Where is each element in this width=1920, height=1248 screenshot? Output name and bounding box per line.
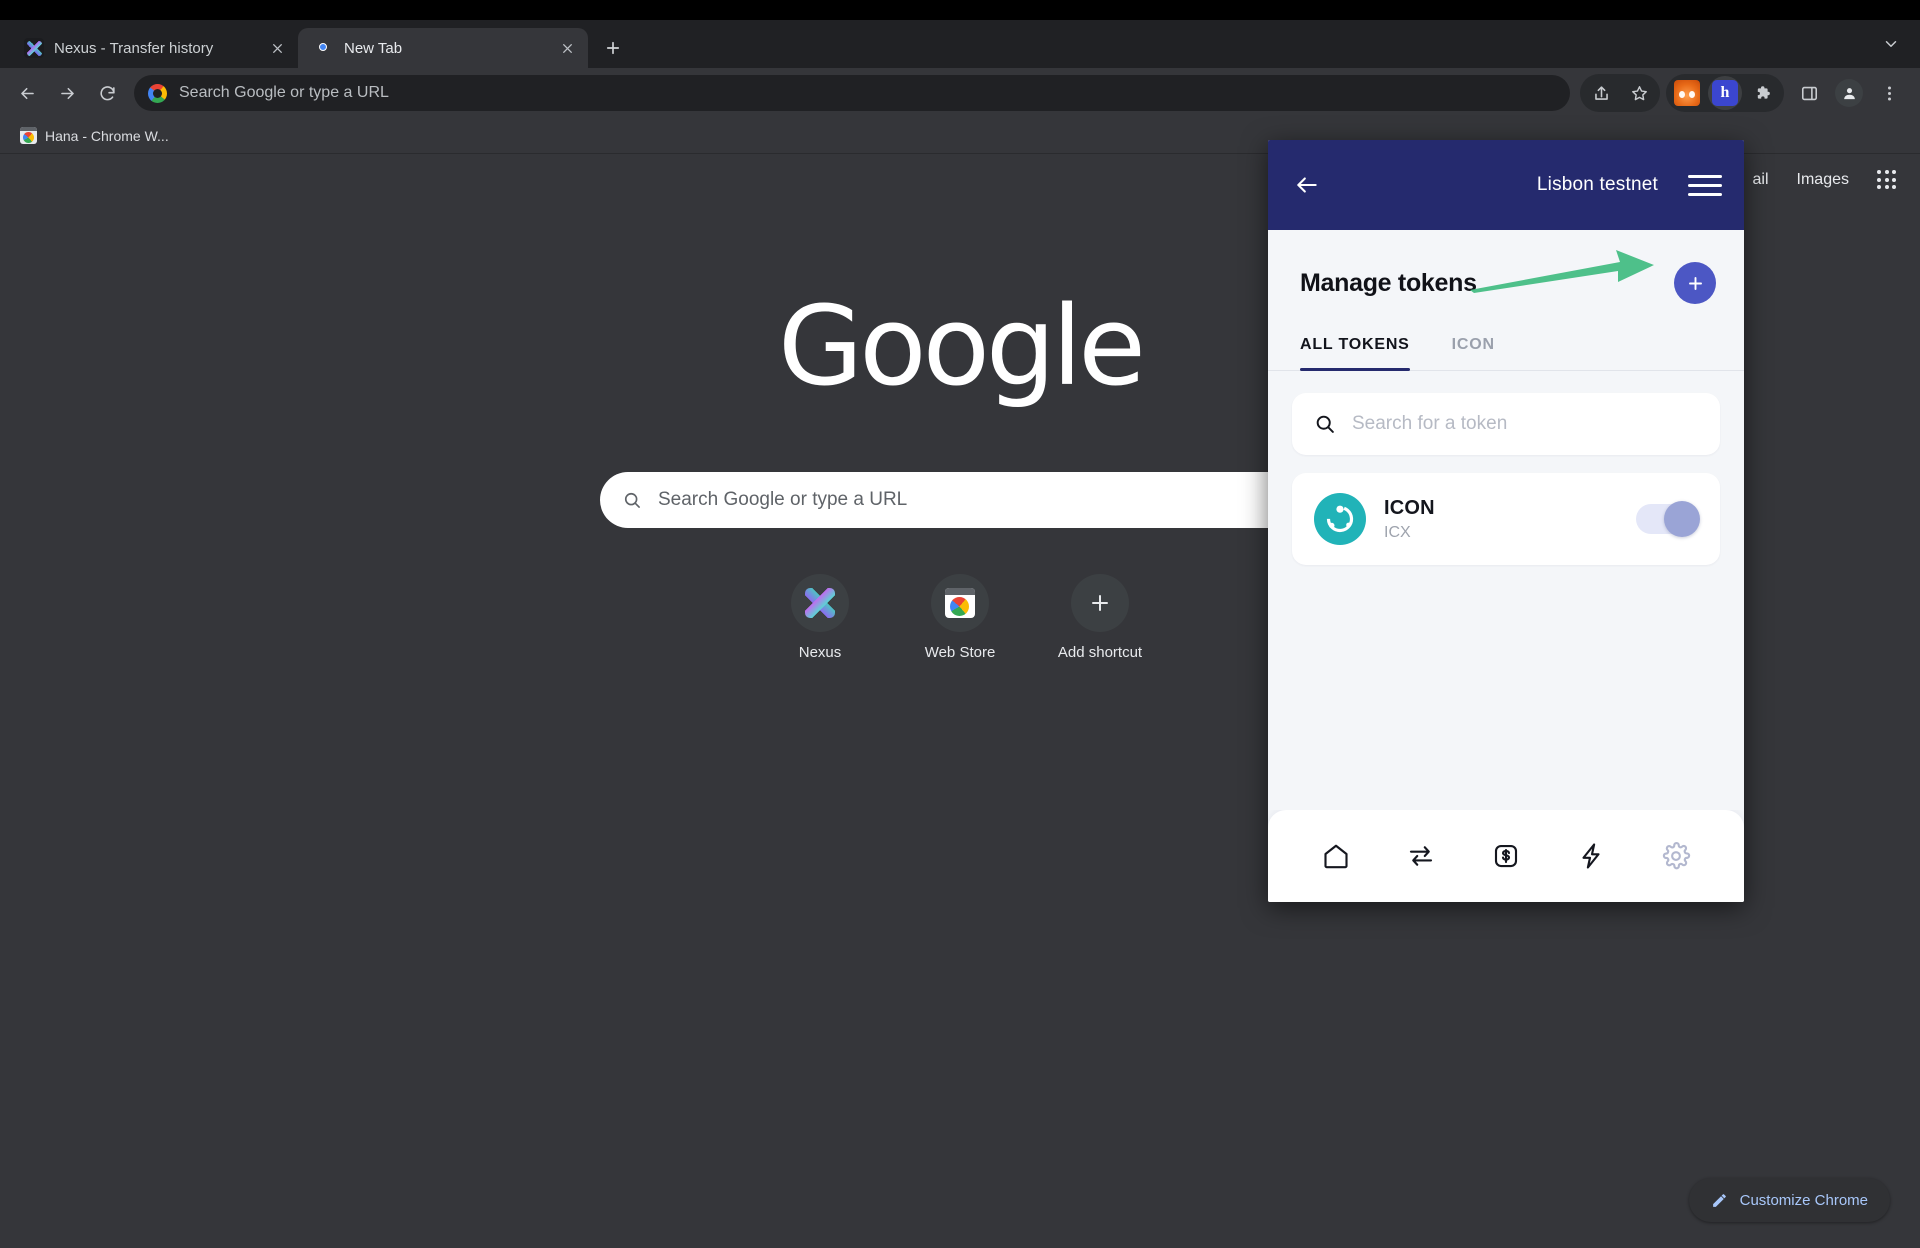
extensions-puzzle-icon[interactable] <box>1744 74 1782 112</box>
token-tabs: ALL TOKENS ICON <box>1268 326 1744 371</box>
tab-label: ALL TOKENS <box>1300 336 1410 353</box>
tab-title: Nexus - Transfer history <box>54 39 214 57</box>
network-label: Lisbon testnet <box>1536 174 1658 195</box>
chrome-icon <box>314 38 334 58</box>
chrome-webstore-icon <box>945 588 975 618</box>
close-icon[interactable] <box>266 37 288 59</box>
metamask-extension-icon[interactable] <box>1668 74 1706 112</box>
forward-icon[interactable] <box>48 74 86 112</box>
shortcut-add[interactable]: Add shortcut <box>1030 554 1170 661</box>
bolt-icon[interactable] <box>1567 832 1615 880</box>
hana-badge: h <box>1712 80 1738 106</box>
token-list: ICON ICX <box>1292 473 1720 565</box>
nexus-icon <box>805 588 835 618</box>
hamburger-menu-icon[interactable] <box>1688 170 1722 200</box>
page-actions-pill <box>1580 74 1660 112</box>
shortcut-label: Web Store <box>924 644 996 661</box>
images-link[interactable]: Images <box>1797 171 1849 189</box>
token-symbol: ICX <box>1384 523 1411 541</box>
gmail-link[interactable]: ail <box>1753 171 1769 189</box>
home-icon[interactable] <box>1312 832 1360 880</box>
add-token-button[interactable] <box>1674 262 1716 304</box>
reload-icon[interactable] <box>88 74 126 112</box>
shortcut-label: Nexus <box>798 644 842 661</box>
ntp-shortcuts: Nexus Web Store Add shortcut <box>750 554 1170 661</box>
hana-extension-icon[interactable]: h <box>1706 74 1744 112</box>
browser-tab-new-tab[interactable]: New Tab <box>298 28 588 68</box>
chevron-down-icon[interactable] <box>1876 29 1906 59</box>
hana-wallet-popup: Lisbon testnet Manage tokens ALL TOKENS … <box>1268 140 1744 902</box>
search-icon <box>1316 415 1334 433</box>
manage-tokens-header: Manage tokens <box>1268 230 1744 326</box>
share-icon[interactable] <box>1582 74 1620 112</box>
address-bar-placeholder: Search Google or type a URL <box>179 84 389 101</box>
search-icon <box>624 492 640 508</box>
chrome-menu-icon[interactable] <box>1870 74 1908 112</box>
browser-tab-nexus[interactable]: Nexus - Transfer history <box>8 28 298 68</box>
tab-strip: Nexus - Transfer history New Tab <box>0 20 1920 68</box>
shortcut-web-store[interactable]: Web Store <box>890 554 1030 661</box>
dollar-box-icon[interactable] <box>1482 832 1530 880</box>
arrow-left-icon[interactable] <box>1290 168 1324 202</box>
ntp-search-placeholder: Search Google or type a URL <box>658 489 908 510</box>
icon-token-logo <box>1314 493 1366 545</box>
address-bar[interactable]: Search Google or type a URL <box>134 75 1570 111</box>
bookmark-label: Hana - Chrome W... <box>45 127 169 144</box>
popup-header: Lisbon testnet <box>1268 140 1744 230</box>
google-logo: Google <box>778 282 1146 410</box>
new-tab-button[interactable] <box>596 31 630 65</box>
popup-body: Manage tokens ALL TOKENS ICON Search for… <box>1268 230 1744 810</box>
toolbar-actions: h <box>1580 74 1908 112</box>
browser-toolbar: Search Google or type a URL h <box>0 68 1920 118</box>
tab-label: ICON <box>1451 336 1495 353</box>
plus-icon <box>1071 574 1129 632</box>
pencil-icon <box>1712 1193 1726 1207</box>
customize-chrome-button[interactable]: Customize Chrome <box>1688 1178 1890 1222</box>
profile-avatar[interactable] <box>1830 74 1868 112</box>
token-meta: ICON ICX <box>1384 497 1618 542</box>
token-row[interactable]: ICON ICX <box>1292 473 1720 565</box>
popup-bottom-nav <box>1268 810 1744 902</box>
page-title: Manage tokens <box>1300 268 1477 297</box>
tab-title: New Tab <box>344 39 403 57</box>
nexus-icon <box>24 38 44 58</box>
screen: Nexus - Transfer history New Tab Search … <box>0 0 1920 1248</box>
token-name: ICON <box>1384 496 1435 519</box>
token-search-placeholder: Search for a token <box>1352 413 1508 434</box>
apps-grid-icon[interactable] <box>1877 170 1896 189</box>
bookmark-item[interactable]: Hana - Chrome W... <box>12 123 177 148</box>
side-panel-icon[interactable] <box>1790 74 1828 112</box>
bookmark-star-icon[interactable] <box>1620 74 1658 112</box>
swap-icon[interactable] <box>1397 832 1445 880</box>
back-icon[interactable] <box>8 74 46 112</box>
ntp-search-box[interactable]: Search Google or type a URL <box>600 472 1320 528</box>
tab-icon[interactable]: ICON <box>1452 326 1495 370</box>
tab-all-tokens[interactable]: ALL TOKENS <box>1300 326 1410 371</box>
customize-chrome-label: Customize Chrome <box>1739 1191 1868 1209</box>
shortcut-nexus[interactable]: Nexus <box>750 554 890 661</box>
annotation-arrow <box>1470 250 1654 293</box>
close-icon[interactable] <box>556 37 578 59</box>
plus-icon <box>1688 276 1702 290</box>
extensions-pill: h <box>1666 74 1784 112</box>
gear-icon[interactable] <box>1652 832 1700 880</box>
token-enabled-toggle[interactable] <box>1636 501 1700 537</box>
ntp-top-links: ail Images <box>1753 170 1896 189</box>
google-icon <box>148 83 167 103</box>
chrome-webstore-icon <box>20 127 37 144</box>
shortcut-label: Add shortcut <box>1057 644 1143 661</box>
token-search-input[interactable]: Search for a token <box>1292 393 1720 455</box>
